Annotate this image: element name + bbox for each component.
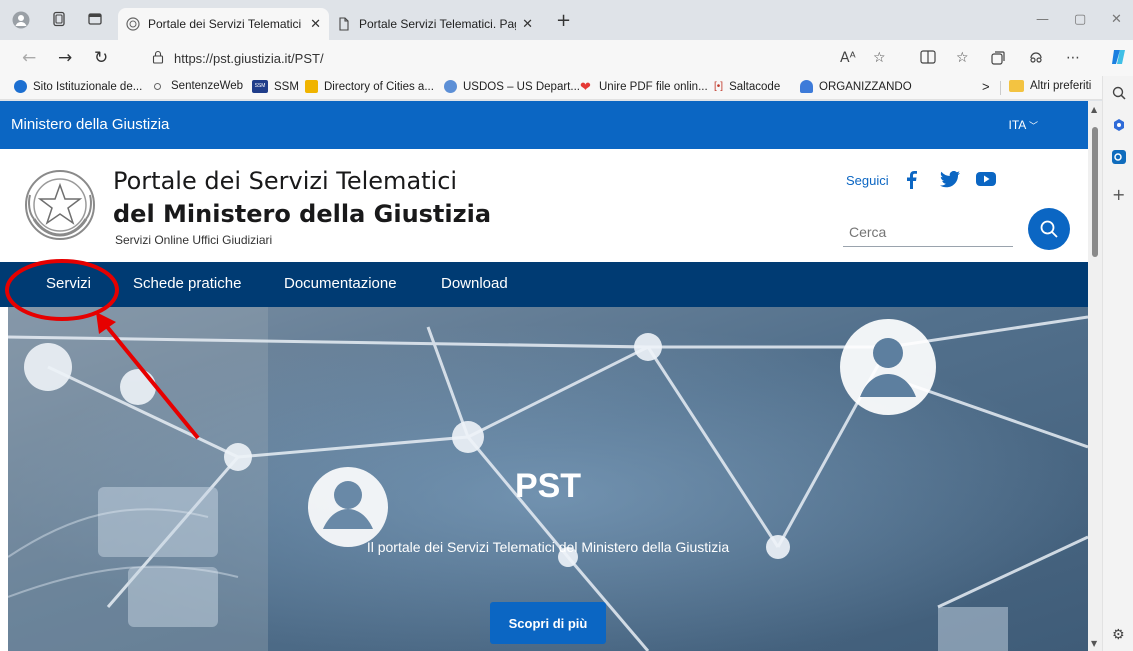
page-scrollbar[interactable]: ▲ ▼: [1088, 101, 1102, 651]
heart-icon: ❤: [580, 79, 591, 94]
collections-icon[interactable]: [990, 50, 1006, 70]
ssm-icon: SSM: [252, 80, 268, 93]
scroll-down-icon[interactable]: ▼: [1091, 639, 1097, 648]
tab-portale-servizi[interactable]: Portale dei Servizi Telematici del ✕: [118, 8, 329, 40]
chevron-down-icon: ﹀: [1028, 121, 1038, 131]
people-icon: [800, 80, 813, 93]
nav-servizi[interactable]: Servizi: [46, 275, 91, 292]
address-bar[interactable]: https://pst.giustizia.it/PST/: [140, 44, 880, 72]
minimize-icon[interactable]: —: [1036, 12, 1049, 27]
search-sidebar-icon[interactable]: [1112, 86, 1126, 100]
extensions-icon[interactable]: [1028, 50, 1044, 70]
nav-schede-pratiche[interactable]: Schede pratiche: [133, 275, 241, 292]
hero-subtitle: Il portale dei Servizi Telematici del Mi…: [366, 539, 730, 555]
twitter-icon[interactable]: [940, 170, 960, 189]
address-toolbar: ← → ↻ https://pst.giustizia.it/PST/ Aᴬ ☆…: [0, 40, 1133, 76]
italian-republic-emblem[interactable]: [20, 165, 100, 245]
bookmark-item[interactable]: SSM SSM: [252, 80, 299, 93]
bookmark-item[interactable]: ORGANIZZANDO: [800, 80, 912, 93]
ministry-link[interactable]: Ministero della Giustizia: [11, 116, 169, 133]
tab-title: Portale Servizi Telematici. Pagam: [359, 17, 516, 31]
scrollbar-thumb[interactable]: [1092, 127, 1098, 257]
refresh-icon[interactable]: ↻: [94, 48, 108, 68]
portal-favicon-icon: [126, 17, 140, 31]
add-sidebar-icon[interactable]: +: [1112, 187, 1126, 203]
saltacode-icon: [•]: [714, 81, 724, 92]
read-aloud-icon[interactable]: Aᴬ: [840, 50, 856, 66]
lock-icon[interactable]: [152, 50, 164, 67]
nav-download[interactable]: Download: [441, 275, 508, 292]
browser-tab-strip: Portale dei Servizi Telematici del ✕ Por…: [0, 0, 1133, 40]
dot-icon: [154, 82, 161, 90]
site-title-line2[interactable]: del Ministero della Giustizia: [113, 200, 491, 228]
tab-title: Portale dei Servizi Telematici del: [148, 17, 305, 31]
site-title-line1[interactable]: Portale dei Servizi Telematici: [113, 167, 457, 195]
bookmark-item[interactable]: ❤ Unire PDF file onlin...: [580, 80, 708, 93]
divider: [1000, 81, 1001, 95]
youtube-icon[interactable]: [976, 171, 996, 189]
seal-icon: [444, 80, 457, 93]
copilot-icon[interactable]: [1110, 48, 1128, 70]
site-subtitle: Servizi Online Uffici Giudiziari: [115, 233, 273, 247]
close-window-icon[interactable]: ✕: [1111, 12, 1122, 27]
tab-pagamenti[interactable]: Portale Servizi Telematici. Pagam ✕: [329, 8, 541, 40]
web-page: Ministero della Giustizia ITA ﹀ Portale …: [0, 101, 1088, 651]
folder-icon: [1009, 80, 1024, 92]
scroll-up-icon[interactable]: ▲: [1091, 105, 1097, 114]
workspaces-icon[interactable]: [50, 11, 68, 29]
url-text: https://pst.giustizia.it/PST/: [174, 50, 324, 66]
outlook-icon[interactable]: [1112, 150, 1126, 164]
search-icon: [1040, 220, 1058, 238]
search-input[interactable]: [843, 217, 1013, 247]
main-navigation: Servizi Schede pratiche Documentazione D…: [0, 262, 1088, 307]
follow-label: Seguici: [846, 173, 889, 188]
restore-icon[interactable]: ▢: [1074, 12, 1086, 27]
tab-actions-icon[interactable]: [86, 11, 104, 29]
favorite-star-icon[interactable]: ☆: [873, 50, 886, 66]
bookmarks-overflow-icon[interactable]: >: [982, 79, 990, 94]
facebook-icon[interactable]: [905, 171, 925, 189]
settings-icon[interactable]: ⚙: [1112, 628, 1126, 642]
new-tab-icon[interactable]: +: [556, 12, 571, 30]
close-tab-icon[interactable]: ✕: [522, 16, 533, 32]
nav-documentazione[interactable]: Documentazione: [284, 275, 397, 292]
other-favorites-folder[interactable]: Altri preferiti: [1009, 80, 1091, 92]
discover-more-button[interactable]: Scopri di più: [490, 602, 606, 644]
map-icon: [305, 80, 318, 93]
shopping-icon[interactable]: [1112, 118, 1126, 132]
back-icon[interactable]: ←: [22, 48, 36, 68]
bookmark-item[interactable]: Sito Istituzionale de...: [14, 80, 142, 93]
more-icon[interactable]: ⋯: [1066, 50, 1080, 66]
ministry-topbar: Ministero della Giustizia ITA ﹀: [0, 101, 1088, 149]
split-screen-icon[interactable]: [920, 50, 936, 68]
bookmarks-bar: Sito Istituzionale de... SentenzeWeb SSM…: [0, 76, 1102, 100]
favorites-icon[interactable]: ☆: [956, 50, 969, 66]
hero-title: PST: [514, 467, 582, 505]
language-selector[interactable]: ITA ﹀: [1009, 118, 1038, 132]
globe-icon: [14, 80, 27, 93]
edge-sidebar: + ⚙: [1102, 76, 1133, 651]
hero-banner: PST Il portale dei Servizi Telematici de…: [8, 307, 1088, 651]
bookmark-item[interactable]: [•] Saltacode: [714, 80, 780, 93]
search-button[interactable]: [1028, 208, 1070, 250]
bookmark-item[interactable]: Directory of Cities a...: [305, 80, 434, 93]
document-icon: [337, 17, 351, 31]
close-tab-icon[interactable]: ✕: [310, 16, 321, 32]
bookmark-item[interactable]: SentenzeWeb: [154, 80, 243, 92]
site-header: Portale dei Servizi Telematici del Minis…: [0, 149, 1088, 262]
bookmark-item[interactable]: USDOS – US Depart...: [444, 80, 580, 93]
profile-icon[interactable]: [12, 11, 30, 29]
forward-icon[interactable]: →: [58, 48, 72, 68]
